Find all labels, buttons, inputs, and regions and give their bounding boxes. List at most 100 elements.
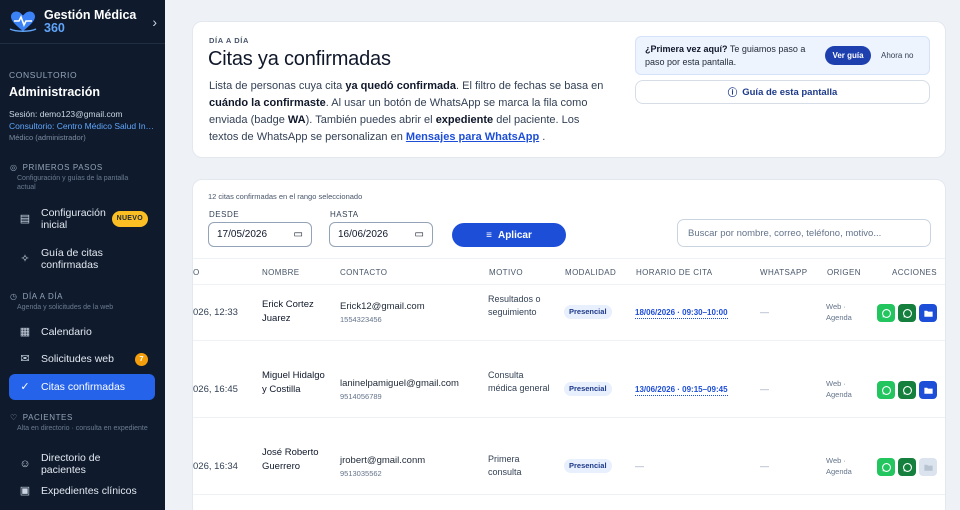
cell-modalidad: Presencial	[564, 305, 612, 319]
confirmed-list-card: 12 citas confirmadas en el rango selecci…	[192, 179, 946, 510]
inbox-icon: ✉	[20, 352, 30, 365]
calendar-icon: ▦	[19, 325, 31, 338]
clipboard-icon: ▣	[19, 484, 31, 497]
cell-whatsapp: —	[760, 461, 769, 471]
cell-nombre: Miguel Hidalgo y Costilla	[262, 370, 325, 395]
count-badge: 7	[135, 352, 148, 366]
brand-name: Gestión Médica	[44, 7, 137, 22]
desde-date-input[interactable]: 17/05/2026 ▭	[208, 222, 312, 247]
col-origen: ORIGEN	[827, 268, 861, 277]
cell-motivo: Resultados o seguimiento	[488, 294, 541, 318]
table-row[interactable]: 026, 16:45 Miguel Hidalgo y Costilla lan…	[193, 363, 945, 418]
session-info: Sesión: demo123@gmail.com	[9, 109, 123, 119]
cell-fecha: 026, 12:33	[193, 307, 238, 318]
apply-button[interactable]: ≡ Aplicar	[452, 223, 566, 247]
group-head-dia-a-dia: ◷ DÍA A DÍA	[10, 292, 64, 301]
hasta-label: HASTA	[330, 210, 359, 219]
sidebar-item-citas-confirmadas[interactable]: ✓ Citas confirmadas	[9, 374, 155, 400]
new-badge: NUEVO	[111, 210, 148, 228]
desde-label: DESDE	[209, 210, 240, 219]
sidebar-item-calendario[interactable]: ▦ Calendario	[9, 320, 156, 344]
group-desc: Alta en directorio · consulta en expedie…	[17, 425, 148, 432]
filter-icon: ≡	[486, 229, 492, 241]
whatsapp-icon	[881, 385, 891, 395]
col-nombre: NOMBRE	[262, 268, 300, 277]
sidebar-item-configuracion[interactable]: ▤ Configuración inicial NUEVO	[9, 204, 156, 234]
cell-origen: Web · Agenda	[826, 456, 852, 476]
brand[interactable]: Gestión Médica 360 ›	[0, 0, 165, 44]
tour-text: ¿Primera vez aquí? Te guiamos paso a pas…	[645, 44, 806, 67]
table-row[interactable]: 026, 12:33 Erick Cortez Juarez Erick12@g…	[193, 286, 945, 341]
whatsapp-button[interactable]	[898, 458, 916, 476]
cell-whatsapp: —	[760, 384, 769, 394]
chevron-right-icon[interactable]: ›	[152, 14, 157, 30]
whatsapp-icon	[902, 462, 912, 472]
whatsapp-button[interactable]	[898, 304, 916, 322]
sidebar-item-expedientes[interactable]: ▣ Expedientes clínicos	[9, 479, 156, 503]
help-circle-icon: ⓘ	[727, 88, 738, 99]
col-contacto: CONTACTO	[340, 268, 388, 277]
main-content: DÍA A DÍA Citas ya confirmadas Lista de …	[165, 0, 960, 510]
page-title: Citas ya confirmadas	[208, 48, 391, 70]
whatsapp-button[interactable]	[877, 458, 895, 476]
table-header: O NOMBRE CONTACTO MOTIVO MODALIDAD HORAR…	[193, 258, 945, 285]
ver-guia-button[interactable]: Ver guía	[825, 46, 871, 65]
ahora-no-button[interactable]: Ahora no	[881, 46, 913, 65]
expediente-button-disabled	[919, 458, 937, 476]
modalidad-pill: Presencial	[564, 305, 612, 319]
whatsapp-icon	[902, 385, 912, 395]
group-head-pacientes: ♡ PACIENTES	[10, 413, 73, 422]
cell-horario[interactable]: 13/06/2026 · 09:15–09:45	[635, 384, 728, 396]
page-description: Lista de personas cuya cita ya quedó con…	[209, 80, 604, 143]
whatsapp-icon	[881, 462, 891, 472]
cell-nombre: José Roberto Guerrero	[262, 447, 319, 472]
guide-button[interactable]: ⓘ Guía de esta pantalla	[635, 80, 930, 104]
sidebar: Gestión Médica 360 › CONSULTORIO Adminis…	[0, 0, 165, 510]
whatsapp-messages-link[interactable]: Mensajes para WhatsApp	[406, 131, 539, 143]
cell-motivo: Consulta médica general	[488, 370, 550, 394]
sidebar-item-directorio[interactable]: ☺ Directorio de pacientes	[9, 452, 156, 477]
tour-banner: ¿Primera vez aquí? Te guiamos paso a pas…	[635, 36, 930, 75]
expediente-button[interactable]	[919, 304, 937, 322]
cell-contacto: laninelpamiguel@gmail.com 9514056789	[340, 378, 459, 401]
row-actions	[877, 304, 937, 322]
folder-icon	[923, 310, 933, 317]
cell-modalidad: Presencial	[564, 382, 612, 396]
cell-origen: Web · Agenda	[826, 302, 852, 322]
whatsapp-button[interactable]	[877, 381, 895, 399]
whatsapp-icon	[902, 308, 912, 318]
consultorio-link[interactable]: Consultorio: Centro Médico Salud Integra…	[0, 121, 165, 131]
cell-whatsapp: —	[760, 307, 769, 317]
sidebar-item-guia[interactable]: ✧ Guía de citas confirmadas	[9, 244, 156, 274]
folder-icon	[923, 464, 933, 471]
row-actions	[877, 458, 937, 476]
clock-icon: ◷	[10, 292, 18, 301]
row-actions	[877, 381, 937, 399]
sidebar-item-solicitudes[interactable]: ✉ Solicitudes web 7	[9, 347, 156, 371]
table-row[interactable]: 026, 16:34 José Roberto Guerrero jrobert…	[193, 440, 945, 495]
cell-horario[interactable]: 18/06/2026 · 09:30–10:00	[635, 307, 728, 319]
cell-modalidad: Presencial	[564, 459, 612, 473]
info-circle-icon: ◎	[10, 163, 18, 172]
col-acciones: ACCIONES	[892, 268, 937, 277]
eyebrow: DÍA A DÍA	[209, 36, 249, 45]
whatsapp-icon	[881, 308, 891, 318]
search-input[interactable]: Buscar por nombre, correo, teléfono, mot…	[677, 219, 931, 247]
sparkle-icon: ✧	[20, 252, 30, 265]
cell-origen: Web · Agenda	[826, 379, 852, 399]
cell-motivo: Primera consulta	[488, 454, 522, 478]
col-fecha: O	[193, 268, 200, 277]
heart-icon: ♡	[10, 413, 18, 422]
hasta-date-input[interactable]: 16/06/2026 ▭	[329, 222, 433, 247]
users-icon: ☺	[19, 457, 31, 470]
section-label: CONSULTORIO	[9, 70, 78, 80]
group-head-primeros-pasos: ◎ PRIMEROS PASOS	[10, 163, 103, 172]
calendar-icon[interactable]: ▭	[294, 229, 303, 240]
calendar-icon[interactable]: ▭	[415, 229, 424, 240]
whatsapp-button[interactable]	[898, 381, 916, 399]
modalidad-pill: Presencial	[564, 382, 612, 396]
col-modalidad: MODALIDAD	[565, 268, 617, 277]
expediente-button[interactable]	[919, 381, 937, 399]
whatsapp-button[interactable]	[877, 304, 895, 322]
sidebar-title: Administración	[9, 85, 100, 99]
